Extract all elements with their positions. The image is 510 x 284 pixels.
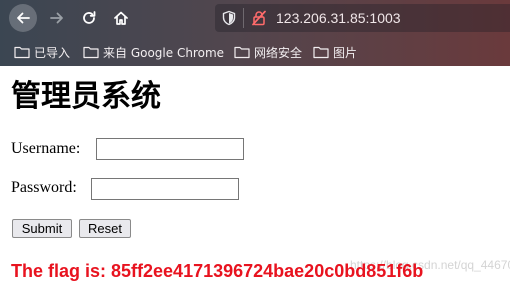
site-security-button[interactable] (251, 10, 267, 26)
bookmark-label: 网络安全 (254, 45, 303, 60)
page-content: 管理员系统 Username: Password: Submit Reset h… (0, 66, 510, 284)
folder-icon (234, 46, 250, 59)
bookmark-folder-network-security[interactable]: 网络安全 (234, 43, 302, 61)
submit-button[interactable]: Submit (12, 219, 72, 238)
home-icon (114, 11, 128, 25)
url-text[interactable]: 123.206.31.85:1003 (276, 9, 401, 27)
back-button-highlight (9, 4, 37, 32)
password-label: Password: (11, 179, 77, 196)
bookmark-label: 已导入 (34, 45, 71, 60)
bookmark-label: 来自 Google Chrome (103, 45, 225, 60)
address-bar-divider (243, 8, 244, 28)
flag-message: The flag is: 85ff2ee4171396724bae20c0bd8… (11, 261, 424, 281)
folder-icon (14, 46, 30, 59)
bookmark-folder-from-chrome[interactable]: 来自 Google Chrome (83, 43, 224, 61)
home-button[interactable] (106, 4, 136, 32)
bookmarks-toolbar: 已导入 来自 Google Chrome 网络安全 图片 (0, 38, 510, 66)
reload-button[interactable] (74, 4, 104, 32)
navigation-toolbar: 123.206.31.85:1003 (0, 0, 510, 36)
tracking-protection-button[interactable] (221, 10, 237, 26)
bookmark-folder-imported[interactable]: 已导入 (14, 43, 70, 61)
username-input[interactable] (96, 138, 244, 160)
folder-icon (313, 46, 329, 59)
password-input[interactable] (91, 178, 239, 200)
bookmark-folder-images[interactable]: 图片 (313, 43, 357, 61)
forward-button[interactable] (42, 4, 72, 32)
arrow-right-icon (50, 12, 63, 24)
reset-button[interactable]: Reset (79, 219, 131, 238)
lock-insecure-icon (252, 10, 266, 26)
shield-icon (222, 10, 236, 26)
browser-chrome: 123.206.31.85:1003 已导入 来自 Google Chrome … (0, 0, 510, 66)
arrow-left-icon (17, 12, 30, 24)
page-title: 管理员系统 (11, 79, 161, 114)
back-button[interactable] (8, 4, 38, 32)
bookmark-label: 图片 (333, 45, 358, 60)
folder-icon (83, 46, 99, 59)
username-label: Username: (11, 140, 81, 157)
reload-icon (83, 11, 96, 24)
